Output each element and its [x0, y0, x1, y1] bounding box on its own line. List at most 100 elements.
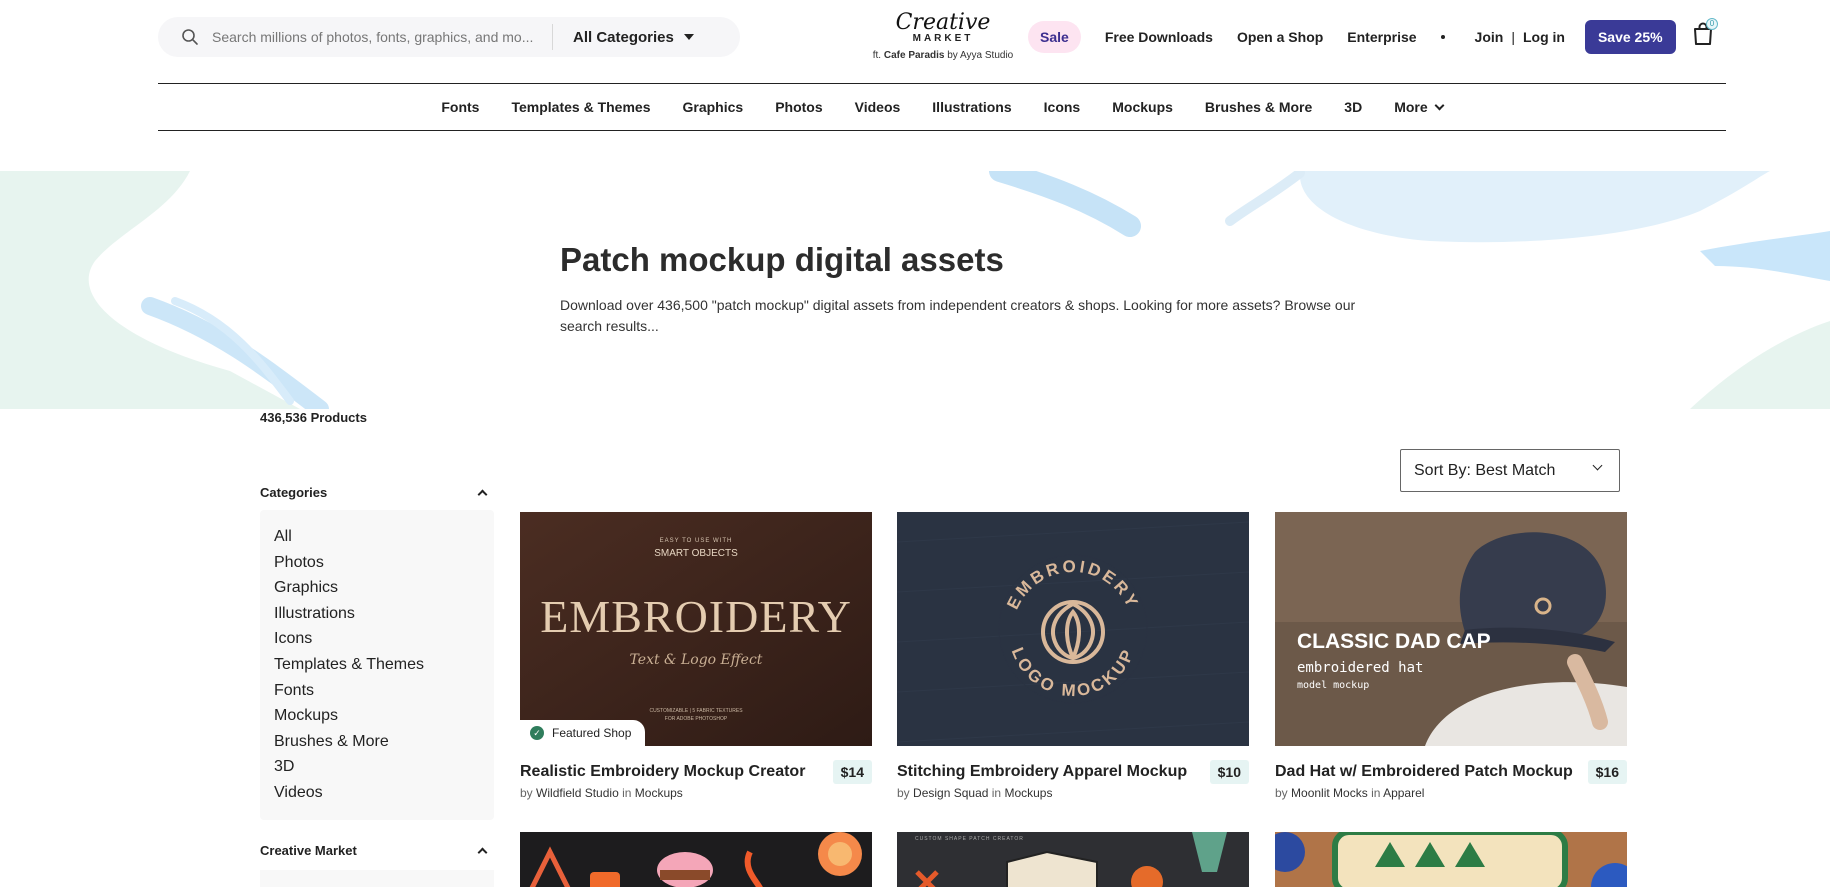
- product-price: $14: [832, 760, 872, 784]
- svg-text:EMBROIDERY: EMBROIDERY: [1003, 557, 1143, 613]
- product-category-link[interactable]: Apparel: [1383, 786, 1424, 800]
- nav-more-label: More: [1394, 99, 1428, 115]
- cart-count-badge: 0: [1706, 18, 1718, 30]
- product-in: in: [991, 786, 1002, 800]
- search-bar: All Categories: [158, 17, 740, 57]
- category-select[interactable]: All Categories: [553, 29, 694, 46]
- chevron-down-icon: [1592, 460, 1603, 471]
- filter-all[interactable]: All: [274, 524, 480, 550]
- svg-text:LOGO MOCKUP: LOGO MOCKUP: [1008, 645, 1139, 701]
- enterprise-link[interactable]: Enterprise: [1347, 29, 1416, 45]
- product-title[interactable]: Realistic Embroidery Mockup Creator: [520, 763, 805, 781]
- product-thumbnail[interactable]: [1275, 832, 1627, 887]
- product-price: $16: [1587, 760, 1627, 784]
- image-headline: EMBROIDERY: [540, 591, 852, 642]
- ring-text-bottom: LOGO MOCKUP: [1008, 645, 1136, 701]
- logo-featuring-name: Cafe Paradis: [883, 50, 945, 61]
- logo-featuring-prefix: ft.: [872, 50, 882, 61]
- login-link[interactable]: Log in: [1523, 29, 1565, 45]
- filter-photos[interactable]: Photos: [274, 550, 480, 576]
- product-by: by: [897, 786, 910, 800]
- product-thumbnail[interactable]: EMBROIDERY LOGO MOCKUP: [897, 512, 1249, 746]
- nav-videos[interactable]: Videos: [855, 99, 901, 115]
- filter-brushes-more[interactable]: Brushes & More: [274, 729, 480, 755]
- nav-more[interactable]: More: [1394, 99, 1445, 115]
- product-meta: by Wildfield Studio in Mockups: [520, 786, 872, 800]
- product-author-link[interactable]: Design Squad: [913, 786, 988, 800]
- logo-market: MARKET: [912, 33, 974, 44]
- top-nav: Sale Free Downloads Open a Shop Enterpri…: [1028, 20, 1676, 54]
- sort-select[interactable]: Sort By: Best Match: [1400, 449, 1620, 492]
- filter-mockups[interactable]: Mockups: [274, 703, 480, 729]
- chevron-up-icon: [477, 489, 488, 500]
- search-icon[interactable]: [168, 28, 212, 46]
- open-shop-link[interactable]: Open a Shop: [1237, 29, 1323, 45]
- nav-templates-themes[interactable]: Templates & Themes: [511, 99, 650, 115]
- product-card[interactable]: CUSTOM SHAPE PATCH CREATOR: [897, 832, 1249, 887]
- product-card[interactable]: CLASSIC DAD CAP embroidered hat model mo…: [1275, 512, 1627, 800]
- product-thumbnail[interactable]: EASY TO USE WITH SMART OBJECTS EMBROIDER…: [520, 512, 872, 746]
- page-description: Download over 436,500 "patch mockup" dig…: [560, 297, 1356, 334]
- join-link[interactable]: Join: [1475, 29, 1504, 45]
- categories-filter-header[interactable]: Categories: [260, 485, 490, 500]
- product-by: by: [1275, 786, 1288, 800]
- filter-fonts[interactable]: Fonts: [274, 678, 480, 704]
- nav-photos[interactable]: Photos: [775, 99, 822, 115]
- filter-icons[interactable]: Icons: [274, 626, 480, 652]
- caret-down-icon: [683, 34, 694, 40]
- join-login-separator: |: [1511, 29, 1515, 45]
- creative-market-logo[interactable]: Creative MARKET ft. Cafe Paradis by Ayya…: [868, 10, 1018, 62]
- product-title-row: Realistic Embroidery Mockup Creator $14: [520, 760, 872, 784]
- filter-illustrations[interactable]: Illustrations: [274, 601, 480, 627]
- free-downloads-link[interactable]: Free Downloads: [1105, 29, 1213, 45]
- product-price: $10: [1209, 760, 1249, 784]
- nav-icons[interactable]: Icons: [1044, 99, 1081, 115]
- filter-graphics[interactable]: Graphics: [274, 575, 480, 601]
- creative-market-filter-list: [260, 870, 494, 887]
- nav-fonts[interactable]: Fonts: [441, 99, 479, 115]
- chevron-down-icon: [1434, 100, 1445, 110]
- product-title[interactable]: Dad Hat w/ Embroidered Patch Mockup: [1275, 763, 1573, 781]
- filter-videos[interactable]: Videos: [274, 780, 480, 806]
- product-card[interactable]: [520, 832, 872, 887]
- logo-wordmark: Creative: [895, 10, 991, 35]
- site-header: All Categories Creative MARKET ft. Cafe …: [0, 0, 1830, 84]
- featured-shop-badge: ✓ Featured Shop: [520, 720, 646, 746]
- filter-3d[interactable]: 3D: [274, 754, 480, 780]
- product-card[interactable]: [1275, 832, 1627, 887]
- filter-templates-themes[interactable]: Templates & Themes: [274, 652, 480, 678]
- product-in: in: [622, 786, 632, 800]
- nav-3d[interactable]: 3D: [1344, 99, 1362, 115]
- product-card[interactable]: EASY TO USE WITH SMART OBJECTS EMBROIDER…: [520, 512, 872, 800]
- product-category-link[interactable]: Mockups: [635, 786, 683, 800]
- product-in: in: [1371, 786, 1381, 800]
- nav-mockups[interactable]: Mockups: [1112, 99, 1173, 115]
- product-title[interactable]: Stitching Embroidery Apparel Mockup: [897, 763, 1187, 781]
- sale-link[interactable]: Sale: [1028, 21, 1081, 53]
- image-caption-sub: SMART OBJECTS: [654, 548, 738, 559]
- product-thumbnail[interactable]: [520, 832, 872, 887]
- product-card[interactable]: EMBROIDERY LOGO MOCKUP Stitching Embroid…: [897, 512, 1249, 800]
- nav-brushes-more[interactable]: Brushes & More: [1205, 99, 1312, 115]
- category-nav: Fonts Templates & Themes Graphics Photos…: [158, 83, 1726, 131]
- sort-select-label: Sort By: Best Match: [1414, 461, 1556, 479]
- dad-hat-preview-image: [1275, 512, 1627, 746]
- product-thumbnail[interactable]: CUSTOM SHAPE PATCH CREATOR: [897, 832, 1249, 887]
- logo-featuring-by: by Ayya Studio: [947, 50, 1014, 61]
- product-thumbnail[interactable]: CLASSIC DAD CAP embroidered hat model mo…: [1275, 512, 1627, 746]
- search-input[interactable]: [212, 29, 552, 45]
- nav-illustrations[interactable]: Illustrations: [932, 99, 1011, 115]
- image-caption-top: EASY TO USE WITH: [659, 538, 733, 544]
- creative-market-filter-header[interactable]: Creative Market: [260, 843, 490, 858]
- product-author-link[interactable]: Wildfield Studio: [536, 786, 619, 800]
- save-25-button[interactable]: Save 25%: [1584, 20, 1676, 54]
- image-sub: embroidered hat: [1297, 660, 1424, 676]
- image-headline: CLASSIC DAD CAP: [1297, 630, 1491, 653]
- product-category-link[interactable]: Mockups: [1004, 786, 1052, 800]
- nav-graphics[interactable]: Graphics: [682, 99, 743, 115]
- embroidery-ring-text: EMBROIDERY LOGO MOCKUP: [1003, 557, 1143, 701]
- image-script: Text & Logo Effect: [629, 652, 763, 668]
- creative-market-heading: Creative Market: [260, 843, 357, 858]
- categories-heading: Categories: [260, 485, 328, 500]
- product-author-link[interactable]: Moonlit Mocks: [1291, 786, 1368, 800]
